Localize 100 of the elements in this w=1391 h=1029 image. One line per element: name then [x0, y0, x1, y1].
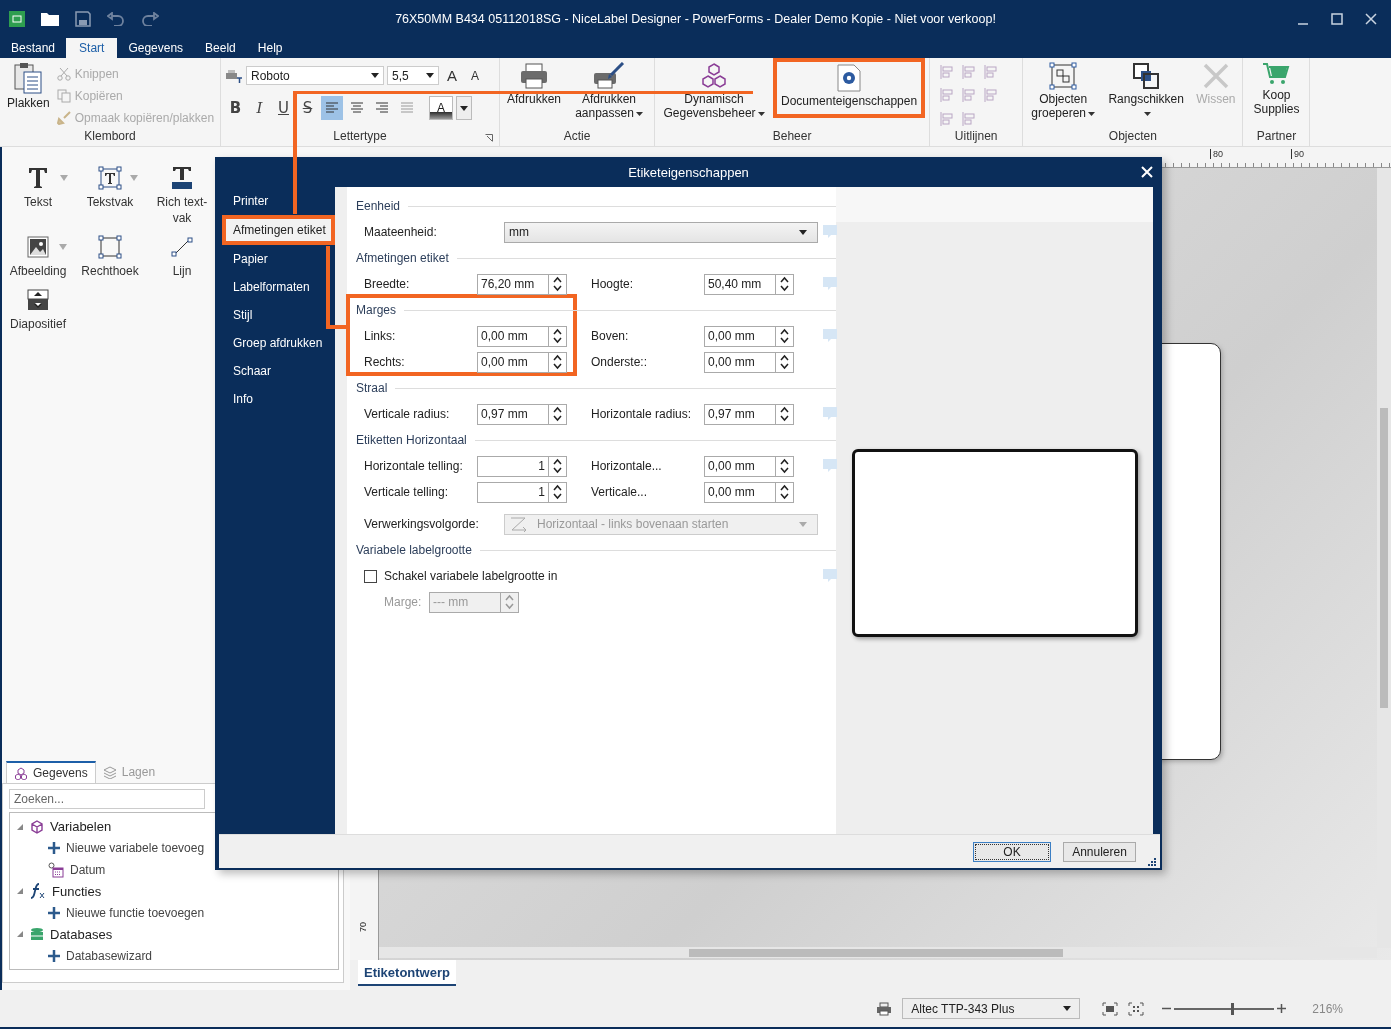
shrink-font-button[interactable]: A: [465, 68, 485, 83]
paste-button[interactable]: Plakken: [4, 62, 53, 110]
text-style-button[interactable]: I: [249, 97, 270, 119]
menu-tab[interactable]: Start: [66, 38, 118, 58]
spin-field[interactable]: 0,97 mm: [704, 403, 794, 425]
spin-arrows-icon[interactable]: [780, 484, 789, 500]
tree-item[interactable]: Databases: [50, 926, 113, 942]
ribbon-button[interactable]: Rangschikken: [1103, 62, 1190, 120]
folder-icon[interactable]: [41, 12, 59, 26]
printer-dropdown[interactable]: Altec TTP-343 Plus: [902, 998, 1081, 1019]
spin-arrows-icon[interactable]: [553, 406, 562, 422]
spin-field[interactable]: 0,00 mm: [704, 455, 794, 477]
ribbon-button[interactable]: Koop Supplies: [1247, 62, 1306, 116]
nav-item[interactable]: Schaar: [215, 357, 335, 385]
spin-field[interactable]: 0,97 mm: [477, 403, 567, 425]
undo-icon[interactable]: [107, 12, 125, 26]
spin-arrows-icon[interactable]: [553, 276, 562, 292]
app-logo-icon[interactable]: [9, 11, 25, 27]
spin-field[interactable]: 0,00 mm: [477, 351, 567, 373]
dropdown-arrow-icon[interactable]: [130, 175, 138, 181]
tree-item[interactable]: Variabelen: [50, 819, 112, 835]
document-tab[interactable]: Etiketontwerp: [358, 960, 456, 986]
tool-button[interactable]: Tekst: [2, 165, 74, 226]
maximize-icon[interactable]: [1331, 13, 1343, 25]
tool-button[interactable]: Rich text-vak: [146, 165, 218, 226]
menu-tab[interactable]: Help: [246, 38, 294, 58]
select-field[interactable]: mm: [504, 221, 818, 243]
spin-arrows-icon[interactable]: [553, 484, 562, 500]
font-color-dropdown[interactable]: [456, 96, 472, 120]
spin-field[interactable]: 1: [477, 455, 567, 477]
align-button[interactable]: [321, 96, 343, 120]
spin-arrows-icon[interactable]: [780, 458, 789, 474]
nav-item[interactable]: Afmetingen etiket: [222, 215, 335, 245]
tree-item[interactable]: Nieuwe functie toevoegen: [66, 905, 205, 920]
field-label: Breedte:: [364, 277, 411, 291]
spin-field[interactable]: 0,00 mm: [704, 325, 794, 347]
spin-arrows-icon[interactable]: [553, 458, 562, 474]
nav-item[interactable]: Papier: [215, 245, 335, 273]
expand-arrow-icon[interactable]: [16, 822, 24, 831]
expand-arrow-icon[interactable]: [16, 930, 24, 939]
fit-page-icon[interactable]: [1102, 1001, 1119, 1016]
save-icon[interactable]: [75, 11, 91, 27]
order-icon: [509, 516, 529, 532]
spin-field[interactable]: 76,20 mm: [477, 273, 567, 295]
spin-field[interactable]: 0,00 mm: [477, 325, 567, 347]
menu-tab[interactable]: Bestand: [0, 38, 67, 58]
spin-field[interactable]: 1: [477, 481, 567, 503]
dropdown-arrow-icon[interactable]: [60, 175, 68, 181]
dialog-button[interactable]: OK: [973, 841, 1051, 862]
dialog-button[interactable]: Annuleren: [1063, 841, 1136, 862]
ribbon-button[interactable]: Documenteigenschappen: [773, 58, 926, 118]
tree-item[interactable]: Datum: [70, 862, 106, 877]
tree-item[interactable]: Databasewizard: [66, 948, 153, 963]
spin-field[interactable]: 0,00 mm: [704, 481, 794, 503]
spin-field[interactable]: 0,00 mm: [704, 351, 794, 373]
expand-arrow-icon[interactable]: [16, 887, 24, 896]
close-icon[interactable]: [1365, 13, 1377, 25]
tool-button[interactable]: Diapositief: [2, 287, 74, 332]
text-style-button[interactable]: U: [273, 97, 294, 119]
nav-item[interactable]: Stijl: [215, 301, 335, 329]
grow-font-button[interactable]: A: [442, 67, 462, 84]
tool-button[interactable]: Tekstvak: [74, 165, 146, 226]
ribbon-button[interactable]: Dynamisch Gegevensbeheer: [659, 62, 770, 120]
align-right-icon: [375, 102, 389, 114]
spin-arrows-icon[interactable]: [780, 406, 789, 422]
search-field[interactable]: Zoeken...: [9, 789, 205, 809]
tree-item[interactable]: Functies: [52, 883, 102, 899]
printer-brush-icon: [593, 62, 626, 90]
fit-objects-icon[interactable]: [1128, 1001, 1145, 1016]
nav-item[interactable]: Groep afdrukken: [215, 329, 335, 357]
menu-tab[interactable]: Beeld: [194, 38, 247, 58]
panel-tab[interactable]: Gegevens: [6, 761, 96, 783]
resize-grip-icon[interactable]: [1148, 858, 1156, 866]
tool-button[interactable]: Rechthoek: [74, 234, 146, 279]
dialog-launcher-icon[interactable]: [485, 134, 493, 142]
dropdown-arrow-icon[interactable]: [59, 244, 67, 250]
text-style-button[interactable]: S: [297, 97, 318, 119]
spin-arrows-icon[interactable]: [780, 328, 789, 344]
tree-item[interactable]: Nieuwe variabele toevoeg: [66, 841, 205, 856]
nav-item[interactable]: Info: [215, 385, 335, 413]
font-color-button[interactable]: A: [429, 96, 453, 120]
menu-tab[interactable]: Gegevens: [117, 38, 195, 58]
zoom-in-icon[interactable]: [1277, 1004, 1287, 1013]
spin-arrows-icon[interactable]: [780, 276, 789, 292]
text-style-button[interactable]: B: [225, 97, 246, 119]
nav-item[interactable]: Labelformaten: [215, 273, 335, 301]
font-family-dropdown[interactable]: Roboto: [246, 66, 384, 85]
checkbox[interactable]: [364, 569, 377, 583]
spin-arrows-icon[interactable]: [780, 354, 789, 370]
section-heading: Eenheid: [356, 199, 401, 213]
redo-icon[interactable]: [141, 12, 159, 26]
nav-item[interactable]: Printer: [215, 187, 335, 215]
tool-button[interactable]: Afbeelding: [2, 234, 74, 279]
tool-button[interactable]: Lijn: [146, 234, 218, 279]
printer-icon[interactable]: [876, 1001, 893, 1016]
font-size-dropdown[interactable]: 5,5: [387, 66, 439, 85]
spin-field[interactable]: 50,40 mm: [704, 273, 794, 295]
spin-arrows-icon[interactable]: [553, 354, 562, 370]
ribbon-button[interactable]: Objecten groeperen: [1027, 62, 1100, 120]
spin-arrows-icon[interactable]: [553, 328, 562, 344]
